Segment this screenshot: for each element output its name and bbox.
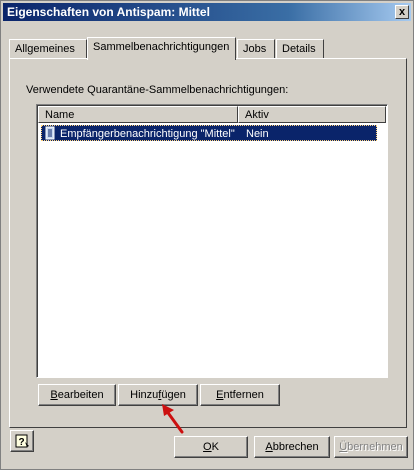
- ok-button[interactable]: OK: [174, 436, 248, 458]
- svg-text:?: ?: [18, 437, 24, 448]
- column-header-aktiv[interactable]: Aktiv: [238, 106, 386, 123]
- list-header: Name Aktiv: [38, 106, 386, 123]
- help-button[interactable]: ?: [10, 430, 34, 452]
- close-button[interactable]: x: [395, 5, 409, 19]
- help-question-icon: ?: [15, 434, 29, 448]
- cancel-button[interactable]: Abbrechen: [254, 436, 330, 458]
- tab-allgemeines[interactable]: Allgemeines: [9, 39, 87, 58]
- section-label: Verwendete Quarantäne-Sammelbenachrichti…: [26, 84, 289, 96]
- remove-button[interactable]: Entfernen: [200, 384, 280, 406]
- list-item[interactable]: Empfängerbenachrichtigung "Mittel" Nein: [41, 125, 377, 141]
- column-header-name[interactable]: Name: [38, 106, 238, 123]
- tab-sammelbenachrichtigungen[interactable]: Sammelbenachrichtigungen: [87, 37, 236, 60]
- tab-details[interactable]: Details: [276, 39, 324, 58]
- edit-button[interactable]: Bearbeiten: [38, 384, 116, 406]
- window-title: Eigenschaften von Antispam: Mittel: [7, 5, 210, 19]
- title-bar[interactable]: Eigenschaften von Antispam: Mittel x: [3, 3, 411, 21]
- apply-button[interactable]: Übernehmen: [334, 436, 408, 458]
- annotation-arrow-icon: [162, 404, 184, 434]
- document-icon: [45, 126, 55, 140]
- tab-jobs[interactable]: Jobs: [237, 39, 275, 58]
- list-item-active: Nein: [246, 128, 269, 140]
- close-icon: x: [398, 6, 406, 18]
- list-item-name: Empfängerbenachrichtigung "Mittel": [60, 128, 235, 140]
- notification-list[interactable]: Name Aktiv Empfängerbenachrichtigung "Mi…: [36, 104, 388, 378]
